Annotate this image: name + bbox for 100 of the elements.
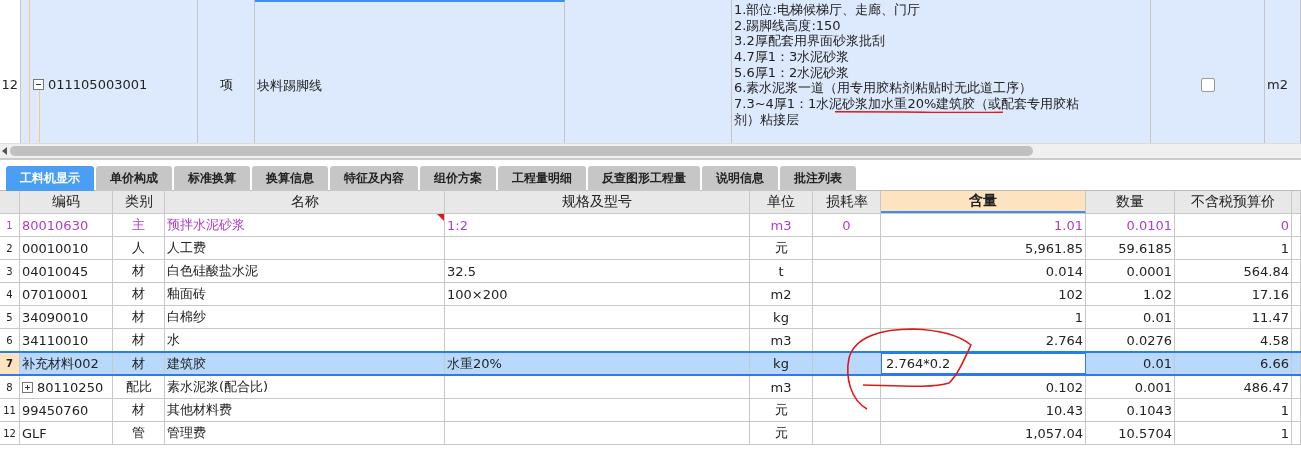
table-row[interactable]: 12 GLF 管 管理费 元 1,057.04 10.5704 1 <box>0 422 1301 445</box>
table-cell: 10.5704 <box>1086 422 1175 444</box>
table-row[interactable]: 1 80010630 主 预拌水泥砂浆 1:2 m3 0 1.01 0.0101 0 <box>0 214 1301 237</box>
table-cell: 管 <box>113 422 165 444</box>
table-cell: 5,961.85 <box>881 237 1086 259</box>
table-cell: 0.102 <box>881 376 1086 398</box>
table-cell: 水重20% <box>445 353 750 374</box>
table-cell: kg <box>750 353 813 374</box>
expand-icon[interactable] <box>22 381 33 393</box>
table-cell: 80010630 <box>20 214 113 236</box>
table-cell: 99450760 <box>20 399 113 421</box>
tab[interactable]: 组价方案 <box>420 166 496 191</box>
column-header[interactable]: 名称 <box>165 191 445 213</box>
table-cell: 1,057.04 <box>881 422 1086 444</box>
table-cell: 1:2 <box>445 214 750 236</box>
tab[interactable]: 反查图形工程量 <box>588 166 700 191</box>
table-cell: 主 <box>113 214 165 236</box>
table-cell: 配比 <box>113 376 165 398</box>
description-line: 剂）粘接层 <box>734 112 800 126</box>
table-cell: 00010010 <box>20 237 113 259</box>
table-row[interactable]: 2 00010010 人 人工费 元 5,961.85 59.6185 1 <box>0 237 1301 260</box>
tab[interactable]: 单价构成 <box>96 166 172 191</box>
table-cell: 材 <box>113 260 165 282</box>
scrollbar-thumb[interactable] <box>10 146 1033 156</box>
table-cell: 0.01 <box>1086 306 1175 328</box>
table-cell: 白色硅酸盐水泥 <box>167 262 258 280</box>
column-header[interactable]: 数量 <box>1086 191 1175 213</box>
tab[interactable]: 标准换算 <box>174 166 250 191</box>
table-cell: 04010045 <box>20 260 113 282</box>
row-number: 1 <box>0 214 20 236</box>
description-line: 4.7厚1：3水泥砂浆 <box>734 50 851 64</box>
description-line: 7.3~4厚1：1水泥砂浆加水重20%建筑胶（或配套专用胶粘 <box>734 97 1081 111</box>
column-header[interactable]: 规格及型号 <box>445 191 750 213</box>
description-line: 6.素水泥浆一道（用专用胶粘剂粘贴时无此道工序） <box>734 81 1034 95</box>
row-number: 12 <box>0 0 21 143</box>
table-row[interactable]: 5 34090010 材 白棉纱 kg 1 0.01 11.47 <box>0 306 1301 329</box>
table-cell: 预拌水泥砂浆 <box>167 216 245 234</box>
table-cell: 0.1043 <box>1086 399 1175 421</box>
row-number: 2 <box>0 237 20 259</box>
description-line: 3.2厚配套用界面砂浆批刮 <box>734 34 886 48</box>
item-unit: m2 <box>1267 77 1288 92</box>
collapse-icon[interactable] <box>33 79 44 90</box>
tab[interactable]: 说明信息 <box>702 166 778 191</box>
table-cell: 管理费 <box>167 424 206 442</box>
tab[interactable]: 特征及内容 <box>330 166 418 191</box>
table-cell: 水 <box>167 331 180 349</box>
table-cell: 10.43 <box>881 399 1086 421</box>
item-name: 块料踢脚线 <box>257 76 322 95</box>
row-number: 7 <box>0 353 20 374</box>
scroll-left-icon[interactable] <box>2 147 8 155</box>
table-cell: 1.01 <box>881 214 1086 236</box>
table-cell: 元 <box>750 422 813 444</box>
table-row[interactable]: 3 04010045 材 白色硅酸盐水泥 32.5 t 0.014 0.0001 564.84 <box>0 260 1301 283</box>
table-cell: 1 <box>881 306 1086 328</box>
item-code: 011105003001 <box>48 77 148 92</box>
tab[interactable]: 批注列表 <box>780 166 856 191</box>
table-cell: 0 <box>1175 214 1292 236</box>
column-header[interactable]: 类别 <box>113 191 165 213</box>
table-cell: 人 <box>113 237 165 259</box>
column-header[interactable]: 编码 <box>20 191 113 213</box>
table-cell: 0 <box>813 214 881 236</box>
table-row[interactable]: 8 80110250 配比 素水泥浆(配合比) m3 0.102 0.001 486.47 <box>0 376 1301 399</box>
table-cell: GLF <box>20 422 113 444</box>
table-cell: 1 <box>1175 237 1292 259</box>
table-cell: 釉面砖 <box>167 285 206 303</box>
table-cell: t <box>750 260 813 282</box>
table-cell: 补充材料002 <box>20 353 113 374</box>
table-cell: 32.5 <box>445 260 750 282</box>
table-cell: m2 <box>750 283 813 305</box>
table-cell: 11.47 <box>1175 306 1292 328</box>
table-cell: 100×200 <box>445 283 750 305</box>
table-cell: 白棉纱 <box>167 308 206 326</box>
tab[interactable]: 工程量明细 <box>498 166 586 191</box>
table-cell: 6.66 <box>1175 353 1292 374</box>
table-cell: 其他材料费 <box>167 401 232 419</box>
table-cell: 0.0001 <box>1086 260 1175 282</box>
table-cell: 07010001 <box>20 283 113 305</box>
column-header[interactable]: 含量 <box>881 191 1086 213</box>
column-header[interactable]: 不含税预算价 <box>1175 191 1292 213</box>
table-cell: 80110250 <box>37 379 104 395</box>
item-type: 项 <box>219 75 233 94</box>
table-cell: 1 <box>1175 399 1292 421</box>
table-row[interactable]: 4 07010001 材 釉面砖 100×200 m2 102 1.02 17.16 <box>0 283 1301 306</box>
table-cell: 0.014 <box>881 260 1086 282</box>
table-row[interactable]: 7 补充材料002 材 建筑胶 水重20% kg 2.764*0.2 0.01 6.66 <box>0 351 1301 376</box>
table-cell: 564.84 <box>1175 260 1292 282</box>
row-number: 11 <box>0 399 20 421</box>
description-line: 2.踢脚线高度:150 <box>734 18 842 32</box>
table-cell: 1.02 <box>1086 283 1175 305</box>
input-field[interactable]: 2.764*0.2 <box>881 353 1086 374</box>
table-cell: m3 <box>750 376 813 398</box>
checkbox[interactable] <box>1200 77 1215 92</box>
table-row[interactable]: 11 99450760 材 其他材料费 元 10.43 0.1043 1 <box>0 399 1301 422</box>
table-cell: kg <box>750 306 813 328</box>
tab[interactable]: 换算信息 <box>252 166 328 191</box>
table-cell: 元 <box>750 237 813 259</box>
table-cell: 建筑胶 <box>167 354 206 373</box>
row-number: 5 <box>0 306 20 328</box>
column-header[interactable]: 单位 <box>750 191 813 213</box>
row-number: 3 <box>0 260 20 282</box>
